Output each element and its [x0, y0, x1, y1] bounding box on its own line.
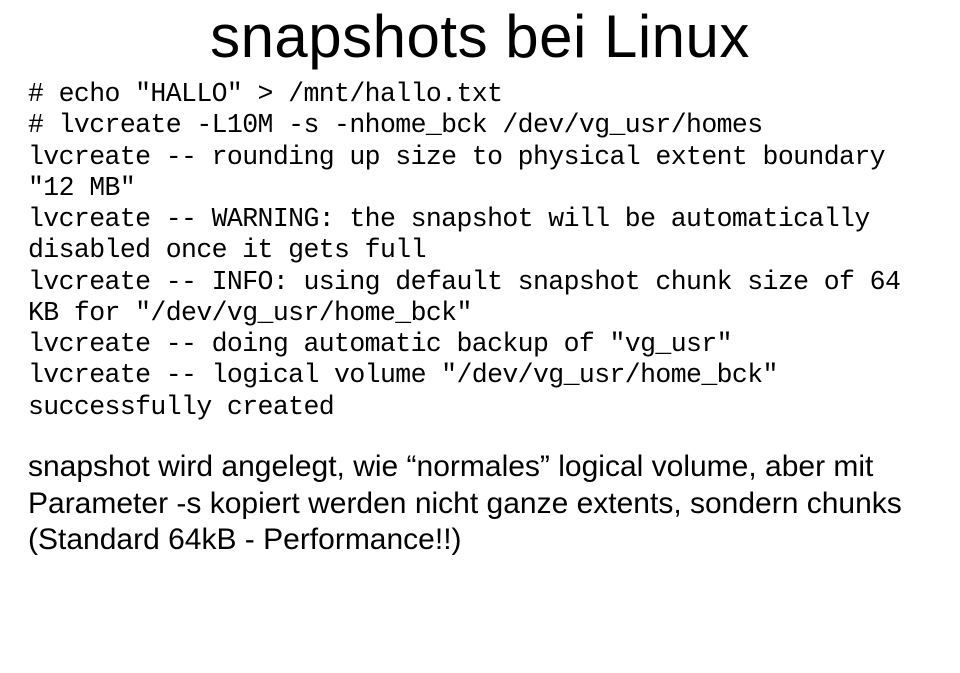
notes-paragraph: snapshot wird angelegt, wie “normales” l… — [28, 449, 932, 559]
code-block: # echo "HALLO" > /mnt/hallo.txt # lvcrea… — [28, 79, 932, 423]
document-page: snapshots bei Linux # echo "HALLO" > /mn… — [0, 2, 960, 559]
page-title: snapshots bei Linux — [28, 2, 932, 71]
